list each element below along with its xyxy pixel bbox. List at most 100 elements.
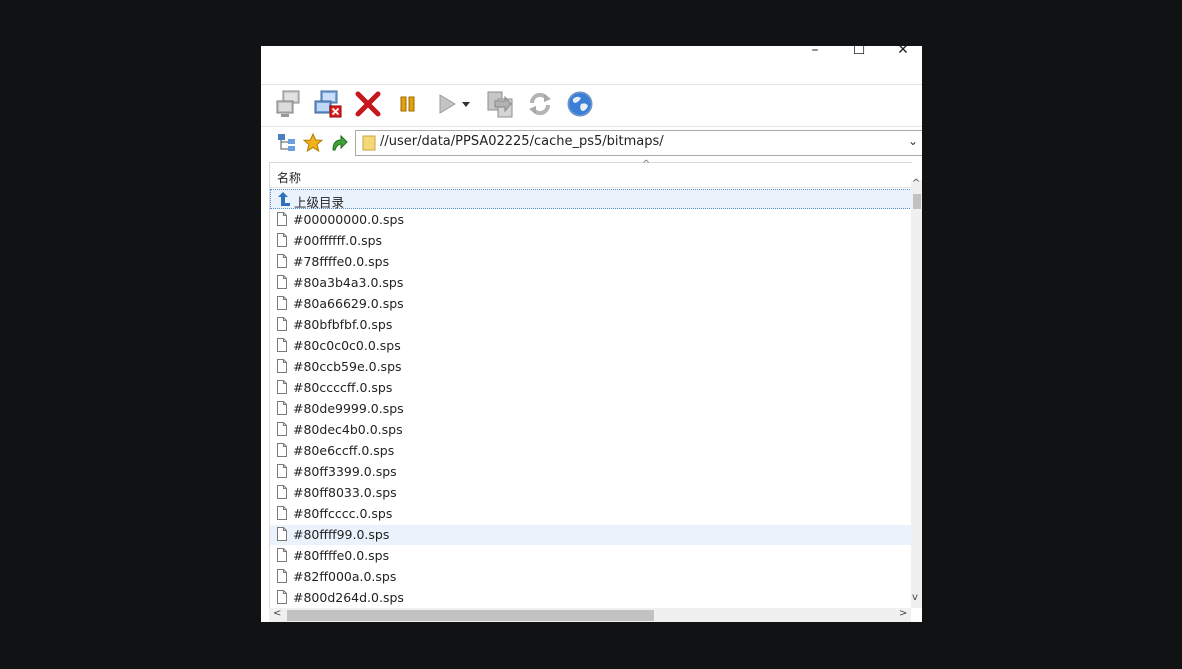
file-row[interactable]: #80ccb59e.0.sps xyxy=(270,357,912,377)
file-name: #80ff3399.0.sps xyxy=(293,464,397,479)
go-up-button[interactable] xyxy=(329,133,349,153)
site-manager-button[interactable] xyxy=(277,133,297,153)
file-row[interactable]: #00ffffff.0.sps xyxy=(270,231,912,251)
play-button[interactable] xyxy=(431,89,461,119)
horizontal-scroll-thumb[interactable] xyxy=(287,610,654,621)
transfer-button[interactable] xyxy=(485,89,515,119)
minimize-icon: – xyxy=(811,46,819,58)
file-row[interactable]: #80ffffe0.0.sps xyxy=(270,546,912,566)
file-row[interactable]: #80ccccff.0.sps xyxy=(270,378,912,398)
file-icon xyxy=(277,548,287,562)
file-name: #80c0c0c0.0.sps xyxy=(293,338,401,353)
refresh-button[interactable] xyxy=(525,89,555,119)
vertical-scrollbar[interactable]: ^ v xyxy=(911,178,922,608)
disconnect-button[interactable] xyxy=(313,89,343,119)
file-icon xyxy=(277,527,287,541)
file-name: #82ff000a.0.sps xyxy=(293,569,397,584)
file-name: #80ccccff.0.sps xyxy=(293,380,393,395)
star-icon xyxy=(302,132,324,153)
file-icon xyxy=(277,317,287,331)
file-name: #80ccb59e.0.sps xyxy=(293,359,402,374)
file-icon xyxy=(277,233,287,247)
play-menu-icon xyxy=(462,102,470,107)
file-name: #80de9999.0.sps xyxy=(293,401,404,416)
maximize-button[interactable]: ☐ xyxy=(839,46,879,66)
play-icon xyxy=(439,94,456,114)
pause-button[interactable] xyxy=(393,89,423,119)
chevron-down-icon[interactable]: ⌄ xyxy=(908,134,918,148)
cancel-button[interactable] xyxy=(353,89,383,119)
close-icon: ✕ xyxy=(897,46,909,58)
scroll-down-icon[interactable]: v xyxy=(912,592,918,603)
file-icon xyxy=(277,380,287,394)
ftp-client-window: – ☐ ✕ //user/data/PPSA02225/cache_ps5/bi… xyxy=(261,46,922,622)
file-row[interactable]: #800d264d.0.sps xyxy=(270,588,912,608)
pause-icon xyxy=(400,96,415,112)
file-row[interactable]: #80ffcccc.0.sps xyxy=(270,504,912,524)
file-row[interactable]: #00000000.0.sps xyxy=(270,210,912,230)
file-icon xyxy=(277,443,287,457)
file-name: #80dec4b0.0.sps xyxy=(293,422,403,437)
file-name: #800d264d.0.sps xyxy=(293,590,404,605)
file-name: #78ffffe0.0.sps xyxy=(293,254,390,269)
scroll-up-icon[interactable]: ^ xyxy=(912,178,920,189)
file-row[interactable]: #80e6ccff.0.sps xyxy=(270,441,912,461)
tree-view-icon xyxy=(278,134,295,151)
transfer-icon xyxy=(487,91,513,118)
file-name: #80ffff99.0.sps xyxy=(293,527,390,542)
file-icon xyxy=(277,422,287,436)
cancel-icon xyxy=(355,91,381,117)
scroll-right-icon[interactable]: > xyxy=(899,608,907,619)
file-icon xyxy=(277,590,287,604)
connect-button[interactable] xyxy=(275,89,305,119)
minimize-button[interactable]: – xyxy=(795,46,835,66)
parent-folder-icon xyxy=(278,192,290,206)
file-row[interactable]: #80ff3399.0.sps xyxy=(270,462,912,482)
path-input[interactable]: //user/data/PPSA02225/cache_ps5/bitmaps/… xyxy=(355,130,922,156)
file-name: #80ff8033.0.sps xyxy=(293,485,397,500)
file-icon xyxy=(277,464,287,478)
file-name: #80e6ccff.0.sps xyxy=(293,443,395,458)
file-name: #80bfbfbf.0.sps xyxy=(293,317,393,332)
disconnect-icon xyxy=(314,90,342,118)
file-icon xyxy=(277,254,287,268)
file-row[interactable]: #80bfbfbf.0.sps xyxy=(270,315,912,335)
file-icon xyxy=(277,338,287,352)
file-row[interactable]: #80a3b4a3.0.sps xyxy=(270,273,912,293)
file-icon xyxy=(277,401,287,415)
browser-button[interactable] xyxy=(565,89,595,119)
toolbar xyxy=(261,84,922,125)
connect-icon xyxy=(276,90,300,117)
file-row[interactable]: #82ff000a.0.sps xyxy=(270,567,912,587)
close-button[interactable]: ✕ xyxy=(883,46,922,66)
maximize-icon: ☐ xyxy=(852,46,866,58)
file-row[interactable]: #78ffffe0.0.sps xyxy=(270,252,912,272)
file-row[interactable]: #80c0c0c0.0.sps xyxy=(270,336,912,356)
file-name: #80a3b4a3.0.sps xyxy=(293,275,404,290)
file-row[interactable]: #80dec4b0.0.sps xyxy=(270,420,912,440)
sort-ascending-icon: ^ xyxy=(642,159,651,170)
file-row[interactable]: #80ff8033.0.sps xyxy=(270,483,912,503)
file-icon xyxy=(277,359,287,373)
column-name-label: 名称 xyxy=(277,171,302,185)
file-name: #00000000.0.sps xyxy=(293,212,404,227)
file-name: #00ffffff.0.sps xyxy=(293,233,383,248)
bookmark-button[interactable] xyxy=(302,132,324,153)
column-header-name[interactable]: 名称 ^ xyxy=(270,159,912,188)
vertical-scroll-thumb[interactable] xyxy=(913,194,921,209)
parent-directory-row[interactable]: 上级目录 xyxy=(270,189,912,210)
horizontal-scrollbar[interactable]: < > xyxy=(269,608,911,622)
file-name: #80ffffe0.0.sps xyxy=(293,548,390,563)
file-icon xyxy=(277,506,287,520)
play-menu-button[interactable] xyxy=(459,89,473,119)
up-arrow-green-icon xyxy=(332,134,348,151)
title-bar: – ☐ ✕ xyxy=(261,46,922,82)
scroll-left-icon[interactable]: < xyxy=(273,608,281,619)
file-row[interactable]: #80ffff99.0.sps xyxy=(270,525,912,545)
file-row[interactable]: #80de9999.0.sps xyxy=(270,399,912,419)
file-icon xyxy=(277,569,287,583)
refresh-icon xyxy=(529,92,551,116)
file-icon xyxy=(277,212,287,226)
file-row[interactable]: #80a66629.0.sps xyxy=(270,294,912,314)
folder-icon xyxy=(362,135,376,151)
